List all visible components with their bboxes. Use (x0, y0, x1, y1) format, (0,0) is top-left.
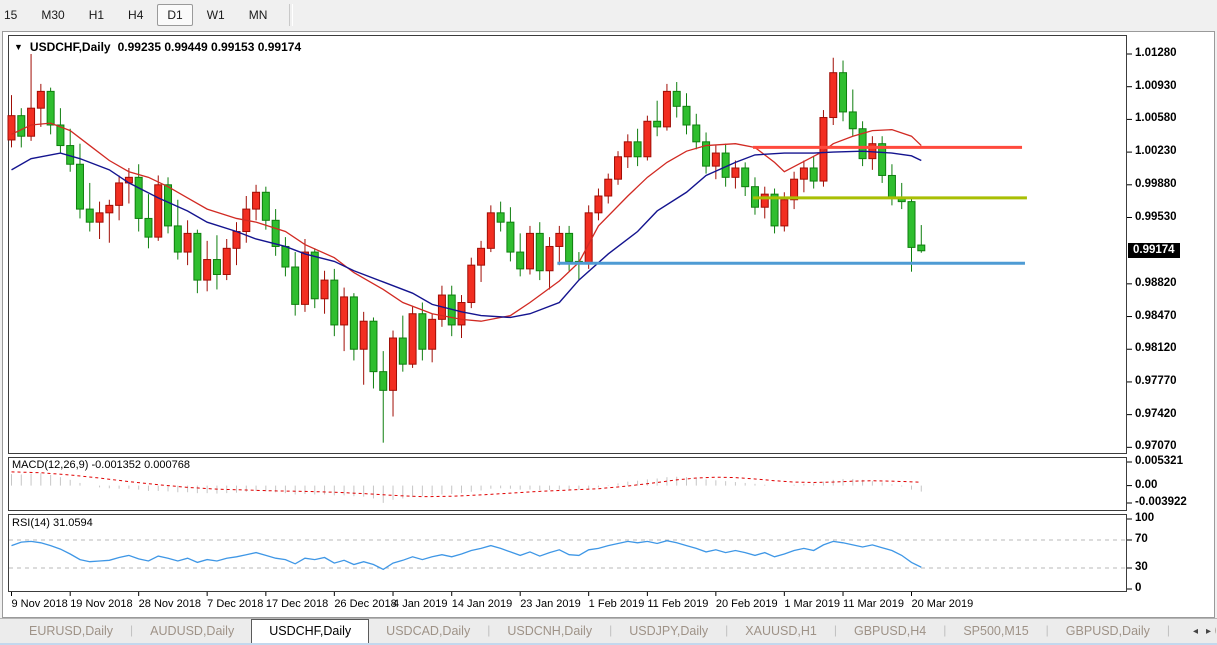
date-tick-label: 20 Feb 2019 (716, 598, 778, 610)
rsi-value: 31.0594 (53, 517, 93, 529)
tab-usdcad-daily[interactable]: USDCAD,Daily (369, 619, 487, 644)
macd-values: -0.001352 0.000768 (91, 459, 189, 471)
date-tick-label: 23 Jan 2019 (520, 598, 581, 610)
date-tick-label: 14 Jan 2019 (452, 598, 513, 610)
timeframe-button-m30[interactable]: M30 (31, 4, 74, 26)
price-tick-label: 0.97070 (1135, 440, 1177, 452)
date-tick-label: 11 Mar 2019 (843, 598, 904, 610)
macd-label: MACD(12,26,9) (12, 459, 88, 471)
price-tick-label: 0.98820 (1135, 277, 1177, 289)
price-tick-label: 0.97420 (1135, 408, 1177, 420)
date-tick-label: 1 Mar 2019 (784, 598, 840, 610)
price-tick-label: 0.98470 (1135, 310, 1177, 322)
date-tick-label: 28 Nov 2018 (139, 598, 201, 610)
tab-usdjpy-daily[interactable]: USDJPY,Daily (612, 619, 725, 644)
toolbar-separator (289, 4, 293, 26)
timeframe-toolbar: 15M30H1H4D1W1MN (0, 0, 1217, 30)
rsi-scale-label: 30 (1135, 561, 1148, 573)
chevron-down-icon[interactable]: ▼ (14, 42, 23, 52)
macd-scale-label: 0.00 (1135, 479, 1157, 491)
date-tick-label: 11 Feb 2019 (647, 598, 708, 610)
date-tick-label: 9 Nov 2018 (12, 598, 68, 610)
date-tick-label: 20 Mar 2019 (911, 598, 973, 610)
chart-tabs-bar: EURUSD,Daily|AUDUSD,DailyUSDCHF,DailyUSD… (0, 618, 1217, 644)
tab-usdcnh-daily[interactable]: USDCNH,Daily (490, 619, 609, 644)
date-tick-label: 17 Dec 2018 (266, 598, 328, 610)
tab-scroll-right-icon[interactable]: ▸ (1206, 626, 1211, 637)
tab-sp500-m15[interactable]: SP500,M15 (946, 619, 1045, 644)
rsi-label: RSI(14) (12, 517, 50, 529)
ohlc-values: 0.99235 0.99449 0.99153 0.99174 (118, 40, 302, 54)
panel-frames (9, 36, 1127, 592)
chart-symbol-label: USDCHF,Daily (30, 40, 111, 54)
tab-audusd-daily[interactable]: AUDUSD,Daily (133, 619, 251, 644)
timeframe-button-w1[interactable]: W1 (197, 4, 235, 26)
timeframe-button-h1[interactable]: H1 (79, 4, 114, 26)
tab-usdchf-daily[interactable]: USDCHF,Daily (251, 619, 369, 644)
rsi-indicator-label: RSI(14) 31.0594 (12, 517, 93, 529)
price-tick-label: 1.00230 (1135, 145, 1177, 157)
date-tick-label: 19 Nov 2018 (70, 598, 132, 610)
tab-gbpusd-daily[interactable]: GBPUSD,Daily (1049, 619, 1167, 644)
price-tick-label: 1.00580 (1135, 112, 1177, 124)
price-tick-label: 0.98120 (1135, 342, 1177, 354)
price-tick-label: 0.99880 (1135, 178, 1177, 190)
rsi-scale-label: 100 (1135, 512, 1154, 524)
price-tick-label: 1.00930 (1135, 80, 1177, 92)
timeframe-button-h4[interactable]: H4 (118, 4, 153, 26)
price-tick-label: 1.01280 (1135, 47, 1177, 59)
chart-canvas (0, 30, 1217, 619)
macd-scale-label: 0.005321 (1135, 455, 1183, 467)
tab-gbpusd-h4[interactable]: GBPUSD,H4 (837, 619, 943, 644)
rsi-scale-label: 70 (1135, 533, 1148, 545)
tab-eurusd-daily[interactable]: EURUSD,Daily (12, 619, 130, 644)
date-tick-label: 7 Dec 2018 (207, 598, 263, 610)
timeframe-button-15[interactable]: 15 (0, 4, 27, 26)
trading-app-window: 15M30H1H4D1W1MN ▼ USDCHF,Daily 0.99235 0… (0, 0, 1217, 645)
date-tick-label: 1 Feb 2019 (589, 598, 645, 610)
current-price-badge: 0.99174 (1128, 243, 1180, 258)
rsi-scale-label: 0 (1135, 582, 1141, 594)
chart-window: ▼ USDCHF,Daily 0.99235 0.99449 0.99153 0… (0, 30, 1217, 619)
macd-indicator-label: MACD(12,26,9) -0.001352 0.000768 (12, 459, 190, 471)
tabbar-spacer (0, 619, 12, 644)
chart-title: ▼ USDCHF,Daily 0.99235 0.99449 0.99153 0… (14, 40, 301, 54)
tab-scroll-controls: ◂▸ (1185, 619, 1215, 644)
tab-scroll-left-icon[interactable]: ◂ (1193, 626, 1198, 637)
timeframe-button-d1[interactable]: D1 (157, 4, 192, 26)
tab-xauusd-h1[interactable]: XAUUSD,H1 (728, 619, 834, 644)
date-tick-label: 26 Dec 2018 (334, 598, 396, 610)
date-tick-label: 4 Jan 2019 (393, 598, 447, 610)
price-tick-label: 0.99530 (1135, 211, 1177, 223)
price-tick-label: 0.97770 (1135, 375, 1177, 387)
macd-scale-label: -0.003922 (1135, 496, 1187, 508)
timeframe-button-mn[interactable]: MN (239, 4, 278, 26)
